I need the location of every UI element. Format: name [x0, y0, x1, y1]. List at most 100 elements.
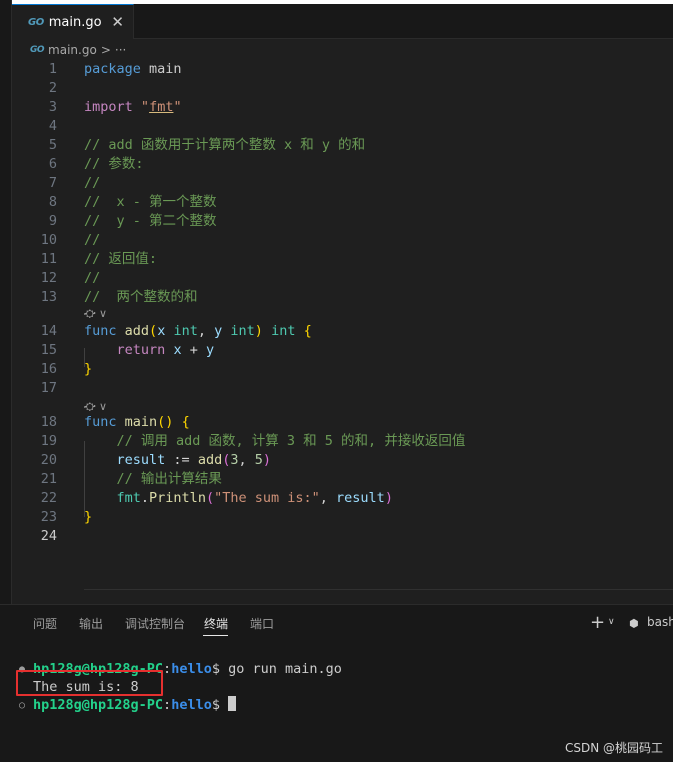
- code-token: .: [140, 490, 150, 506]
- line-number: 10: [40, 232, 57, 248]
- code-token: // y - 第二个整数: [84, 213, 217, 229]
- prompt-user: hp128g@hp128g-PC: [33, 697, 164, 713]
- code-text: // 两个整数的和: [84, 288, 198, 307]
- editor-tab-bar: GO main.go ✕: [12, 4, 673, 39]
- code-text: result := add(3, 5): [84, 451, 272, 470]
- tab-output[interactable]: 输出: [79, 615, 103, 632]
- codelens-copilot-icon[interactable]: ⛮ ∨: [84, 307, 107, 322]
- code-token: //: [84, 232, 101, 248]
- code-token: func: [84, 323, 117, 339]
- line-number: 22: [40, 490, 57, 506]
- code-line[interactable]: 5 // add 函数用于计算两个整数 x 和 y 的和: [12, 136, 673, 155]
- code-line[interactable]: 22 fmt.Println("The sum is:", result): [12, 489, 673, 508]
- code-line[interactable]: 3 import "fmt": [12, 98, 673, 117]
- line-number: 14: [40, 323, 57, 339]
- tab-debug-console[interactable]: 调试控制台: [125, 615, 185, 632]
- tab-ports[interactable]: 端口: [250, 615, 274, 632]
- plus-icon[interactable]: +: [590, 612, 605, 633]
- code-line[interactable]: 21 // 输出计算结果: [12, 470, 673, 489]
- code-line[interactable]: 1 package main: [12, 60, 673, 79]
- code-token: +: [181, 342, 206, 358]
- breadcrumb[interactable]: GO main.go > ···: [30, 40, 126, 60]
- go-file-icon: GO: [28, 16, 44, 28]
- code-text: //: [84, 269, 100, 288]
- code-token: add: [197, 452, 223, 468]
- code-line[interactable]: 2: [12, 79, 673, 98]
- code-line[interactable]: 18 func main() {: [12, 413, 673, 432]
- code-token: // 两个整数的和: [84, 289, 198, 305]
- code-line[interactable]: 19 // 调用 add 函数, 计算 3 和 5 的和, 并接收返回值: [12, 432, 673, 451]
- code-text: fmt.Println("The sum is:", result): [84, 489, 393, 508]
- shell-label[interactable]: bash: [647, 615, 673, 629]
- code-token: // x - 第一个整数: [84, 194, 217, 210]
- code-token: fmt: [149, 99, 174, 115]
- code-line[interactable]: 14 func add(x int, y int) int {: [12, 322, 673, 341]
- line-number: 19: [40, 433, 57, 449]
- line-number: 16: [40, 361, 57, 377]
- code-token: ): [384, 490, 393, 506]
- code-line[interactable]: 24: [12, 527, 673, 546]
- code-token: ,: [319, 490, 337, 506]
- code-token: }: [84, 509, 93, 525]
- tab-main-go[interactable]: GO main.go ✕: [12, 4, 134, 39]
- code-text: // add 函数用于计算两个整数 x 和 y 的和: [84, 136, 365, 155]
- code-line[interactable]: 16}: [12, 360, 673, 379]
- code-token: :=: [165, 452, 198, 468]
- code-line[interactable]: 13 // 两个整数的和: [12, 288, 673, 307]
- tab-problems[interactable]: 问题: [33, 615, 57, 632]
- code-line[interactable]: 11 // 返回值:: [12, 250, 673, 269]
- code-line[interactable]: 20 result := add(3, 5): [12, 451, 673, 470]
- code-token: }: [84, 361, 93, 377]
- breadcrumb-more[interactable]: ···: [115, 43, 126, 57]
- active-tab-indicator: [203, 635, 228, 636]
- line-number: 5: [48, 137, 57, 153]
- line-number: 20: [40, 452, 57, 468]
- chevron-down-icon[interactable]: ∨: [608, 617, 615, 627]
- code-line[interactable]: 4: [12, 117, 673, 136]
- code-line[interactable]: 10 //: [12, 231, 673, 250]
- close-icon[interactable]: ✕: [111, 13, 124, 31]
- code-line[interactable]: 17: [12, 379, 673, 398]
- code-line[interactable]: 23}: [12, 508, 673, 527]
- code-line[interactable]: 12 //: [12, 269, 673, 288]
- code-text: return x + y: [84, 341, 215, 360]
- code-token: // 调用 add 函数, 计算 3 和 5 的和, 并接收返回值: [116, 433, 466, 449]
- tab-terminal[interactable]: 终端: [204, 615, 228, 632]
- code-token: import: [84, 99, 133, 115]
- code-text: // y - 第二个整数: [84, 212, 217, 231]
- line-number: 18: [40, 414, 57, 430]
- command-decoration-icon[interactable]: ○: [19, 696, 25, 715]
- code-token: int: [271, 323, 296, 339]
- code-token: (): [157, 414, 174, 430]
- breadcrumb-file[interactable]: main.go: [48, 43, 97, 57]
- code-text: // x - 第一个整数: [84, 193, 217, 212]
- code-line[interactable]: 9 // y - 第二个整数: [12, 212, 673, 231]
- code-token: //: [84, 270, 101, 286]
- code-line[interactable]: 7 //: [12, 174, 673, 193]
- code-token: ): [262, 452, 272, 468]
- code-editor[interactable]: ⛮ ∨ ⛮ ∨ 1 package main 2 3 import "fmt" 4 5// …: [12, 60, 673, 608]
- prompt-path: hello: [171, 697, 212, 713]
- code-line[interactable]: 6 // 参数:: [12, 155, 673, 174]
- code-line[interactable]: 15 return x + y: [12, 341, 673, 360]
- code-token: int: [230, 323, 255, 339]
- code-token: {: [181, 414, 190, 430]
- code-token: ,: [238, 452, 255, 468]
- code-token: 5: [254, 452, 263, 468]
- prompt-separator: :: [163, 697, 172, 713]
- panel-tabs: 问题 输出 调试控制台 终端 端口 + ∨ ⬢ bash: [0, 605, 673, 639]
- code-token: x: [173, 342, 182, 358]
- go-file-icon: GO: [30, 45, 45, 55]
- code-text: //: [84, 231, 100, 250]
- line-number: 24: [40, 528, 57, 544]
- line-number: 9: [48, 213, 57, 229]
- code-token: result: [336, 490, 385, 506]
- code-text: // 返回值:: [84, 250, 157, 269]
- code-token: package: [84, 61, 141, 77]
- code-line[interactable]: 8 // x - 第一个整数: [12, 193, 673, 212]
